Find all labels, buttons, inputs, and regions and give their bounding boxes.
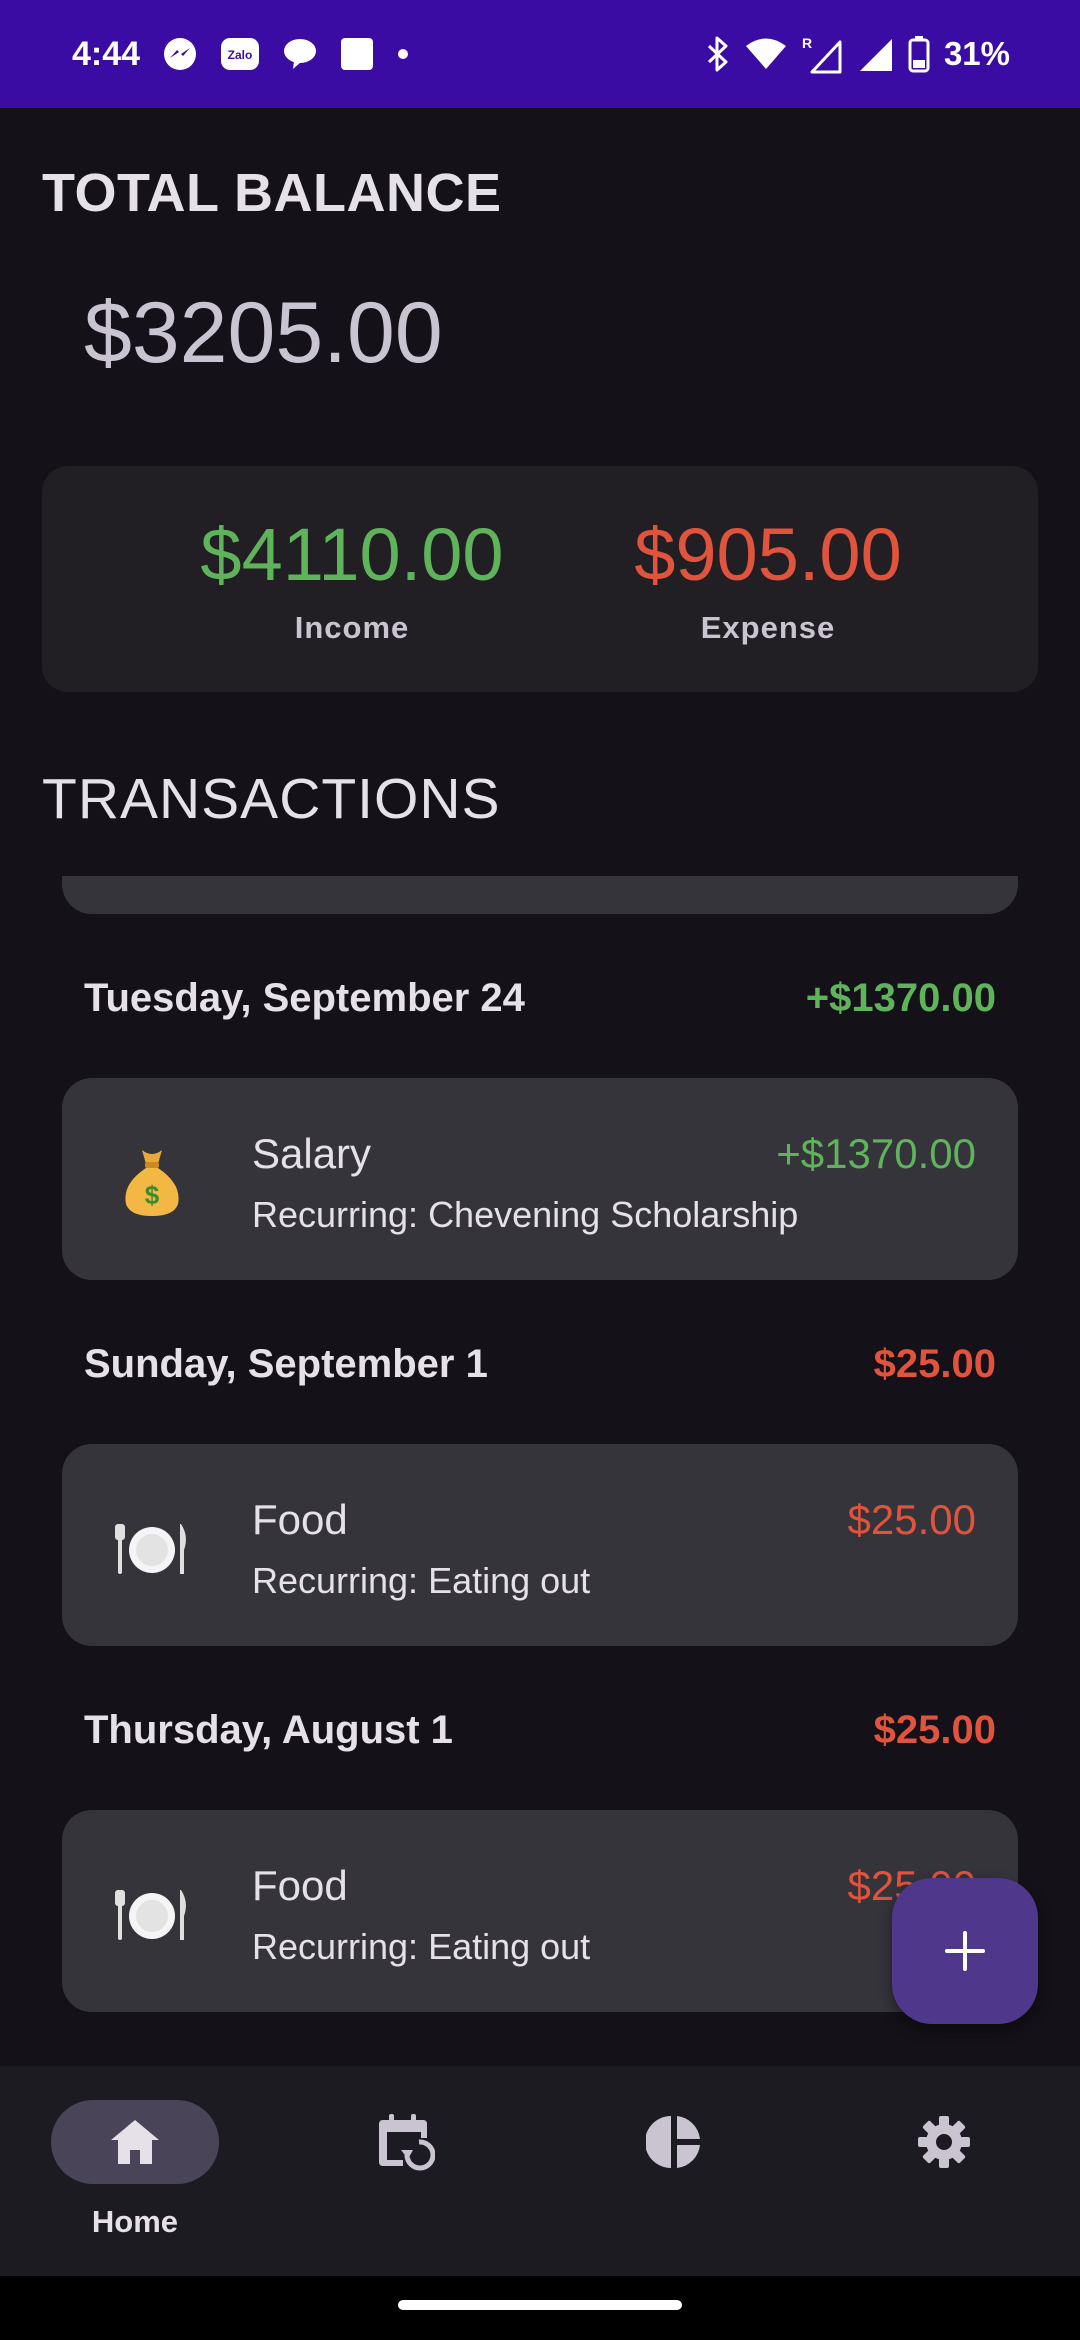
nav-item-settings[interactable] [860,2100,1028,2250]
status-right: R 31% [704,34,1010,74]
nav-active-indicator [51,2100,219,2184]
expense-value: $905.00 [634,513,902,596]
signal-icon [858,35,894,73]
income-label: Income [294,610,410,645]
chat-bubble-icon [282,36,318,72]
nav-item-statistics[interactable] [590,2100,758,2250]
gesture-handle[interactable] [398,2300,682,2310]
transactions-title: TRANSACTIONS [42,767,501,831]
transaction-note: Recurring: Chevening Scholarship [252,1194,799,1235]
nav-item-recurring[interactable] [322,2100,490,2250]
transaction-category: Food [252,1496,348,1543]
home-icon [111,2120,159,2164]
transaction-card[interactable]: Food Recurring: Eating out $25.00 [62,1810,1018,2012]
transaction-category: Salary [252,1130,372,1177]
money-bag-icon: $ [114,1144,190,1220]
transaction-note: Recurring: Eating out [252,1560,591,1601]
roaming-label: R [802,35,812,51]
nav-indicator [590,2100,758,2184]
nav-indicator [322,2100,490,2184]
battery-percent: 31% [943,35,1010,72]
nav-item-home[interactable]: Home [51,2100,219,2250]
transaction-card[interactable]: $ Salary Recurring: Chevening Scholarshi… [62,1078,1018,1280]
status-bar: 4:44 Zalo R 31% [0,0,1080,108]
status-left: 4:44 Zalo [72,35,432,74]
day-header-total: $25.00 [873,1707,996,1752]
plate-cutlery-icon [114,1510,190,1586]
plus-icon [945,1931,985,1971]
transaction-note: Recurring: Eating out [252,1926,591,1967]
day-header-total: $25.00 [873,1341,996,1386]
zalo-icon-text: Zalo [228,48,253,62]
transaction-card[interactable]: Food Recurring: Eating out $25.00 [62,1444,1018,1646]
day-header-total: +$1370.00 [805,975,996,1020]
status-time: 4:44 [72,34,141,73]
square-app-icon [340,37,374,71]
income-value: $4110.00 [200,513,504,596]
day-header: Thursday, August 1 $25.00 [84,1700,996,1760]
total-balance-amount: $3205.00 [84,285,443,381]
expense-label: Expense [700,610,836,645]
day-header-date: Thursday, August 1 [84,1707,453,1752]
nav-indicator [860,2100,1028,2184]
calendar-recurring-icon [379,2114,435,2171]
transaction-category: Food [252,1862,348,1909]
dot-icon [396,47,410,61]
signal-roaming-icon: R [800,34,844,74]
plate-cutlery-icon [114,1876,190,1952]
transaction-amount: +$1370.00 [776,1130,976,1177]
app-root: 4:44 Zalo R 31% TOTAL BALANCE $3205.00 $… [0,0,1080,2340]
transaction-card-partial[interactable] [62,876,1018,914]
day-header-date: Tuesday, September 24 [84,975,525,1020]
add-transaction-button[interactable] [892,1878,1038,2024]
income-summary: $4110.00 Income [152,518,552,646]
expense-summary: $905.00 Expense [568,518,968,646]
gear-icon [918,2116,970,2168]
svg-text:$: $ [145,1180,160,1210]
bluetooth-icon [704,35,732,73]
messenger-icon [162,36,198,72]
total-balance-title: TOTAL BALANCE [42,163,502,223]
nav-label-home: Home [91,2204,179,2239]
income-expense-summary-card: $4110.00 Income $905.00 Expense [42,466,1038,692]
battery-icon [908,35,930,73]
transaction-amount: $25.00 [847,1496,976,1543]
zalo-icon: Zalo [220,37,260,71]
pie-chart-icon [646,2116,700,2168]
day-header-date: Sunday, September 1 [84,1341,488,1386]
day-header: Tuesday, September 24 +$1370.00 [84,968,996,1028]
day-header: Sunday, September 1 $25.00 [84,1334,996,1394]
wifi-icon [745,37,786,71]
bottom-navigation: Home [0,2066,1080,2276]
